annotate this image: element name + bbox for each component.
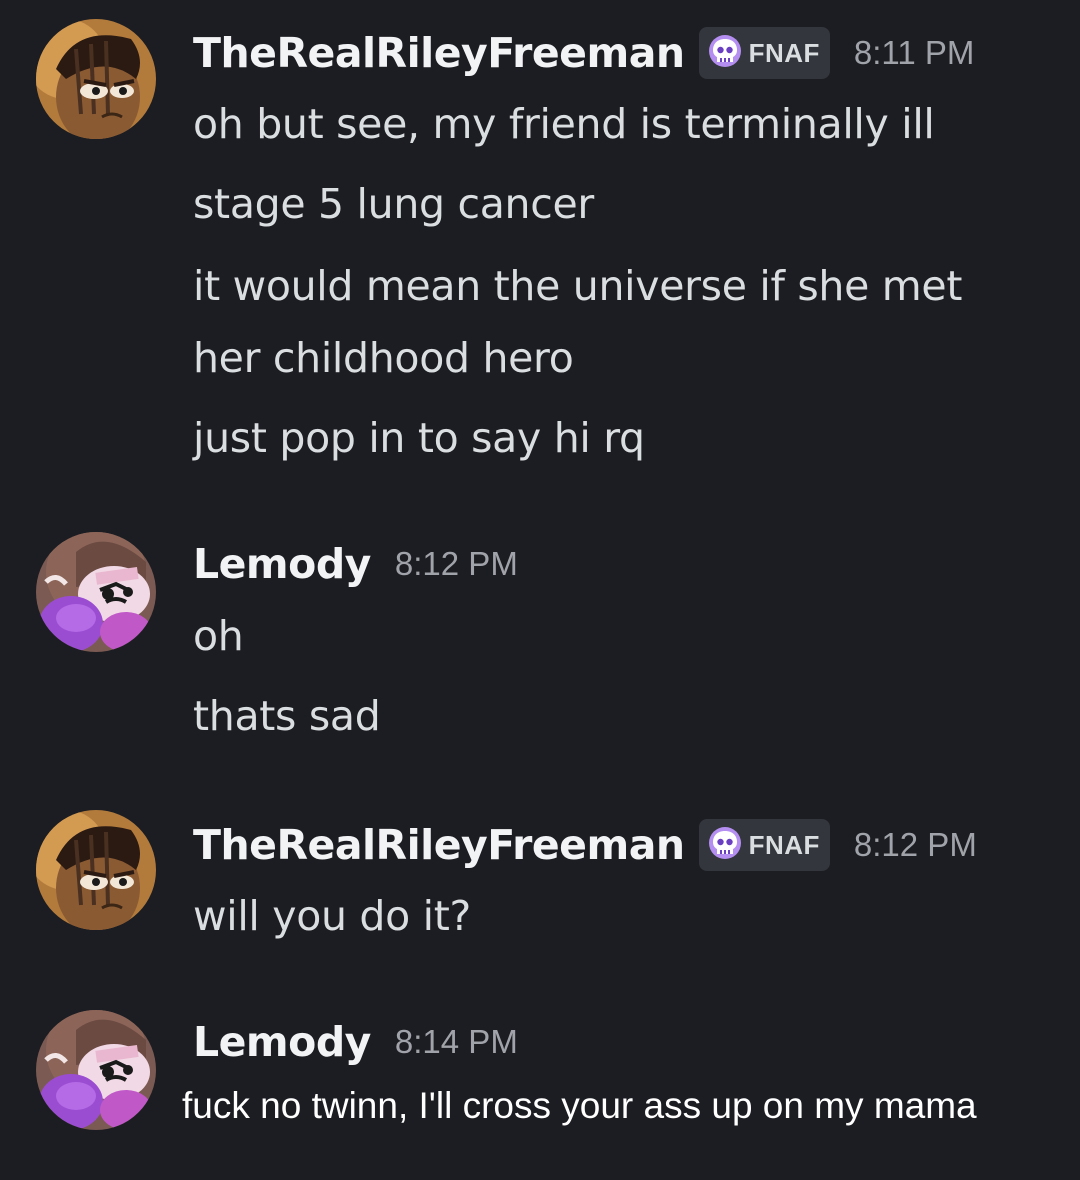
avatar-lemody[interactable] bbox=[36, 532, 156, 652]
message-text: oh but see, my friend is terminally ill bbox=[193, 100, 935, 148]
timestamp: 8:12 PM bbox=[853, 826, 977, 863]
avatar-lemody[interactable] bbox=[36, 1010, 156, 1130]
timestamp: 8:12 PM bbox=[394, 545, 518, 582]
message-text: will you do it? bbox=[193, 892, 471, 940]
username[interactable]: Lemody bbox=[193, 1018, 371, 1066]
message-text: her childhood hero bbox=[193, 334, 574, 382]
username[interactable]: TheRealRileyFreeman bbox=[193, 29, 685, 77]
username[interactable]: Lemody bbox=[193, 540, 371, 588]
message-header: Lemody 8:12 PM bbox=[193, 540, 518, 588]
avatar-riley[interactable] bbox=[36, 810, 156, 930]
message-text: stage 5 lung cancer bbox=[193, 180, 594, 228]
tag-label: FNAF bbox=[748, 37, 820, 68]
message-header: Lemody 8:14 PM bbox=[193, 1018, 518, 1066]
message-text: fuck no twinn, I'll cross your ass up on… bbox=[182, 1085, 977, 1126]
skull-icon bbox=[707, 825, 743, 865]
message-header: TheRealRileyFreeman FNAF 8:11 PM bbox=[193, 27, 974, 79]
tag-label: FNAF bbox=[748, 829, 820, 860]
timestamp: 8:11 PM bbox=[853, 34, 975, 71]
message-header: TheRealRileyFreeman FNAF 8:12 PM bbox=[193, 819, 977, 871]
timestamp: 8:14 PM bbox=[394, 1023, 518, 1060]
message-text: just pop in to say hi rq bbox=[193, 414, 645, 462]
message-text: thats sad bbox=[193, 692, 381, 740]
guild-tag[interactable]: FNAF bbox=[698, 27, 830, 79]
message-text: oh bbox=[193, 612, 244, 660]
avatar-riley[interactable] bbox=[36, 19, 156, 139]
guild-tag[interactable]: FNAF bbox=[698, 819, 830, 871]
skull-icon bbox=[707, 33, 743, 73]
username[interactable]: TheRealRileyFreeman bbox=[193, 821, 685, 869]
message-text: it would mean the universe if she met bbox=[193, 262, 963, 310]
